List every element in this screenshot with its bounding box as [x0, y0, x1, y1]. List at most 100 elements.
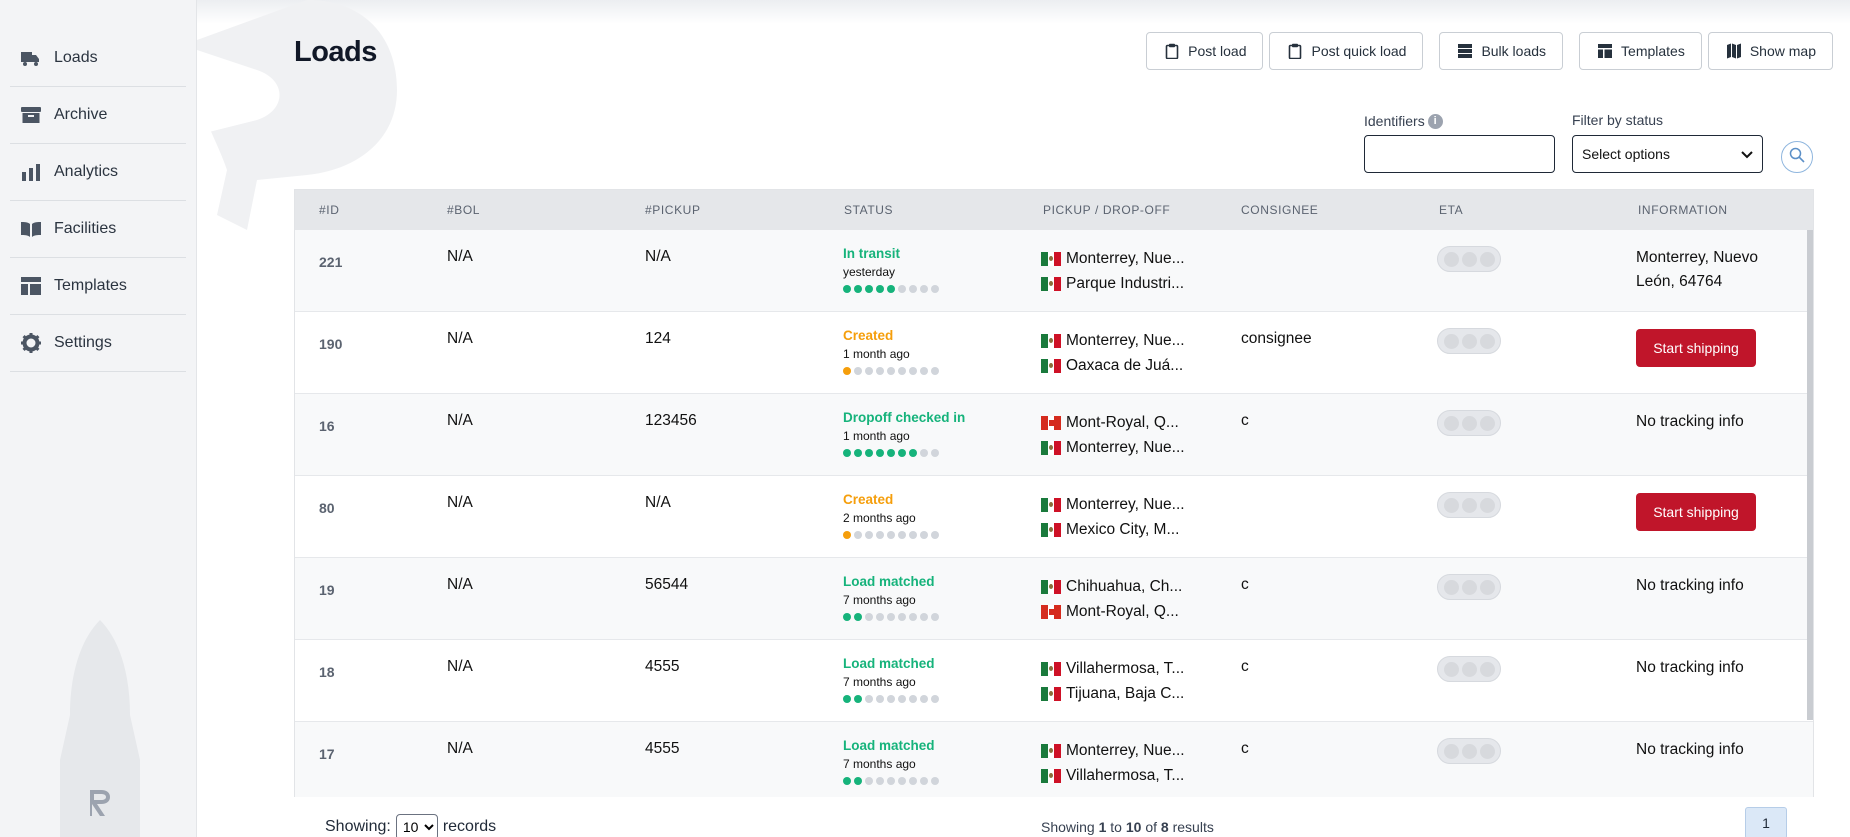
progress-dot [865, 695, 873, 703]
column-header[interactable]: PICKUP / DROP-OFF [1019, 203, 1217, 217]
progress-dot [887, 367, 895, 375]
progress-dot [898, 449, 906, 457]
progress-dot [887, 285, 895, 293]
progress-dot [854, 777, 862, 785]
tracking-info: No tracking info [1636, 741, 1744, 758]
start-shipping-button[interactable]: Start shipping [1636, 329, 1756, 367]
mexico-flag-icon [1041, 276, 1062, 291]
progress-dot [865, 531, 873, 539]
progress-dot [887, 449, 895, 457]
canada-flag-icon [1041, 604, 1062, 619]
results-summary: Showing 1 to 10 of 8 results [1041, 819, 1214, 835]
table-row[interactable]: 19 N/A 56544 Load matched 7 months ago Chihua… [295, 558, 1813, 640]
information-cell: Start shipping [1614, 312, 1794, 393]
column-header[interactable]: STATUS [820, 203, 1019, 217]
sidebar-item-loads[interactable]: Loads [10, 30, 186, 87]
column-header[interactable]: INFORMATION [1614, 203, 1794, 217]
info-icon[interactable]: i [1427, 113, 1443, 129]
table-row[interactable]: 17 N/A 4555 Load matched 7 months ago Monterr… [295, 722, 1813, 797]
table-row[interactable]: 80 N/A N/A Created 2 months ago Monterrey, Nu… [295, 476, 1813, 558]
pickup-location-text: Monterrey, Nue... [1066, 249, 1185, 267]
pickup-location-text: Monterrey, Nue... [1066, 331, 1185, 349]
sidebar-item-settings[interactable]: Settings [10, 315, 186, 372]
load-id[interactable]: 16 [295, 394, 423, 475]
load-id[interactable]: 19 [295, 558, 423, 639]
column-header[interactable]: CONSIGNEE [1217, 203, 1415, 217]
consignee: c [1241, 740, 1249, 757]
results-to: 10 [1125, 819, 1142, 835]
load-id[interactable]: 221 [295, 230, 423, 311]
consignee: c [1241, 658, 1249, 675]
mexico-flag-icon [1041, 579, 1062, 594]
show-map-button[interactable]: Show map [1707, 32, 1833, 70]
progress-dot [898, 613, 906, 621]
mexico-flag-icon [1041, 251, 1062, 266]
mexico-flag-icon [1041, 358, 1062, 373]
results-to-word: to [1110, 819, 1122, 835]
eta-indicator [1437, 246, 1501, 272]
dropoff-location-text: Mont-Royal, Q... [1066, 602, 1179, 620]
load-id[interactable]: 80 [295, 476, 423, 557]
per-page-select[interactable]: 10 [395, 814, 438, 837]
tracking-info: No tracking info [1636, 413, 1744, 430]
load-id[interactable]: 17 [295, 722, 423, 797]
progress-dot [887, 695, 895, 703]
status-time: 7 months ago [843, 675, 916, 689]
column-header[interactable]: #ID [295, 203, 423, 217]
load-id[interactable]: 190 [295, 312, 423, 393]
start-shipping-button[interactable]: Start shipping [1636, 493, 1756, 531]
bulk-loads-button[interactable]: Bulk loads [1439, 32, 1564, 70]
progress-dot [898, 531, 906, 539]
sidebar: Loads Archive Analytics Facilities Templ… [0, 0, 197, 837]
column-header[interactable]: #BOL [423, 203, 621, 217]
pickup-location: Mont-Royal, Q... [1041, 410, 1201, 435]
pickup-number: 124 [645, 330, 671, 347]
sidebar-item-analytics[interactable]: Analytics [10, 144, 186, 201]
sidebar-item-label: Settings [54, 334, 112, 351]
status-label: Load matched [843, 574, 935, 589]
status-progress [843, 695, 1019, 703]
progress-dot [843, 285, 851, 293]
tracking-info: Monterrey, Nuevo León, 64764 [1636, 249, 1759, 290]
consignee: c [1241, 412, 1249, 429]
status-label: Load matched [843, 656, 935, 671]
progress-dot [920, 367, 928, 375]
dropoff-location: Oaxaca de Juá... [1041, 353, 1201, 378]
post-load-button[interactable]: Post load [1146, 32, 1264, 70]
sidebar-item-facilities[interactable]: Facilities [10, 201, 186, 258]
sidebar-item-archive[interactable]: Archive [10, 87, 186, 144]
mexico-flag-icon [1041, 497, 1062, 512]
status-select[interactable]: Select options [1572, 135, 1763, 173]
column-header[interactable]: ETA [1415, 203, 1614, 217]
dropoff-location-text: Tijuana, Baja C... [1066, 684, 1185, 702]
search-button[interactable] [1781, 141, 1813, 173]
pickup-number: 4555 [645, 658, 680, 675]
table-row[interactable]: 16 N/A 123456 Dropoff checked in 1 month ago… [295, 394, 1813, 476]
load-id[interactable]: 18 [295, 640, 423, 721]
progress-dot [843, 613, 851, 621]
column-header[interactable]: #PICKUP [621, 203, 820, 217]
progress-dot [854, 367, 862, 375]
sidebar-item-templates[interactable]: Templates [10, 258, 186, 315]
table-scrollbar[interactable] [1807, 230, 1813, 720]
templates-button[interactable]: Templates [1579, 32, 1702, 70]
table-row[interactable]: 190 N/A 124 Created 1 month ago Monterrey, Nu… [295, 312, 1813, 394]
post-load-label: Post load [1188, 43, 1247, 59]
chevron-down-icon [1741, 146, 1753, 162]
eta-indicator [1437, 410, 1501, 436]
status-cell: Created 2 months ago [820, 476, 1019, 557]
progress-dot [898, 777, 906, 785]
eta-cell [1415, 394, 1614, 475]
table-row[interactable]: 221 N/A N/A In transit yesterday Monterrey, N… [295, 230, 1813, 312]
pickup-location: Monterrey, Nue... [1041, 328, 1201, 353]
templates-label: Templates [1621, 43, 1685, 59]
pickup-location: Monterrey, Nue... [1041, 492, 1201, 517]
table-row[interactable]: 18 N/A 4555 Load matched 7 months ago Villahe… [295, 640, 1813, 722]
pickup-location: Villahermosa, T... [1041, 656, 1201, 681]
mexico-flag-icon [1041, 333, 1062, 348]
page-button-current[interactable]: 1 [1745, 807, 1787, 837]
post-quick-load-button[interactable]: Post quick load [1269, 32, 1424, 70]
results-suffix: results [1172, 819, 1214, 835]
identifiers-input[interactable] [1364, 135, 1555, 173]
progress-dot [909, 449, 917, 457]
